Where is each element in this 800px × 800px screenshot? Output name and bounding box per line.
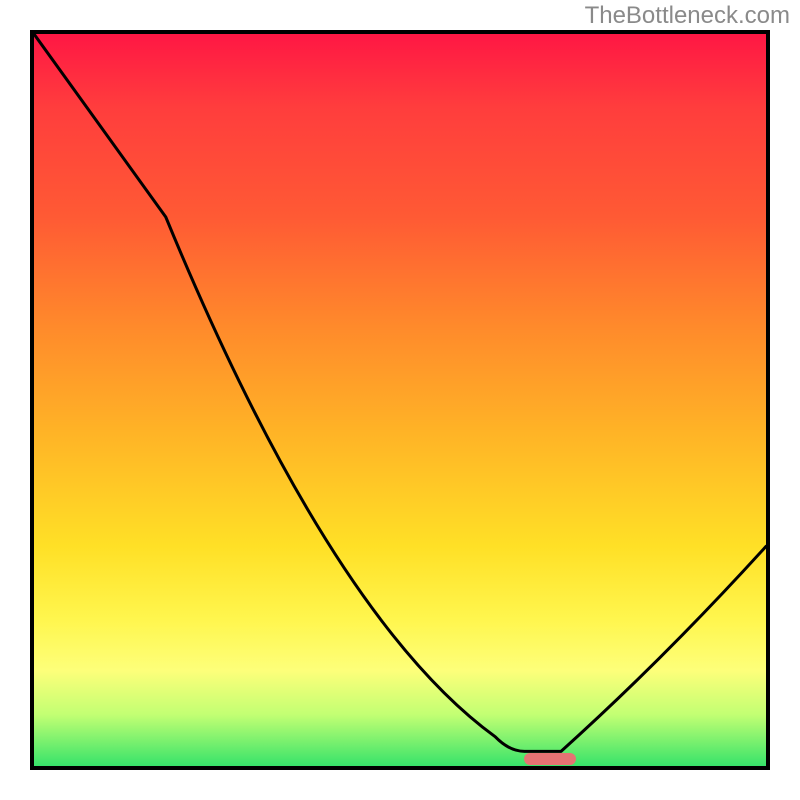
watermark-text: TheBottleneck.com [585,2,790,30]
stage: TheBottleneck.com [0,0,800,800]
optimal-range-marker [524,753,575,765]
plot-area [30,30,770,770]
bottleneck-curve [34,34,766,766]
